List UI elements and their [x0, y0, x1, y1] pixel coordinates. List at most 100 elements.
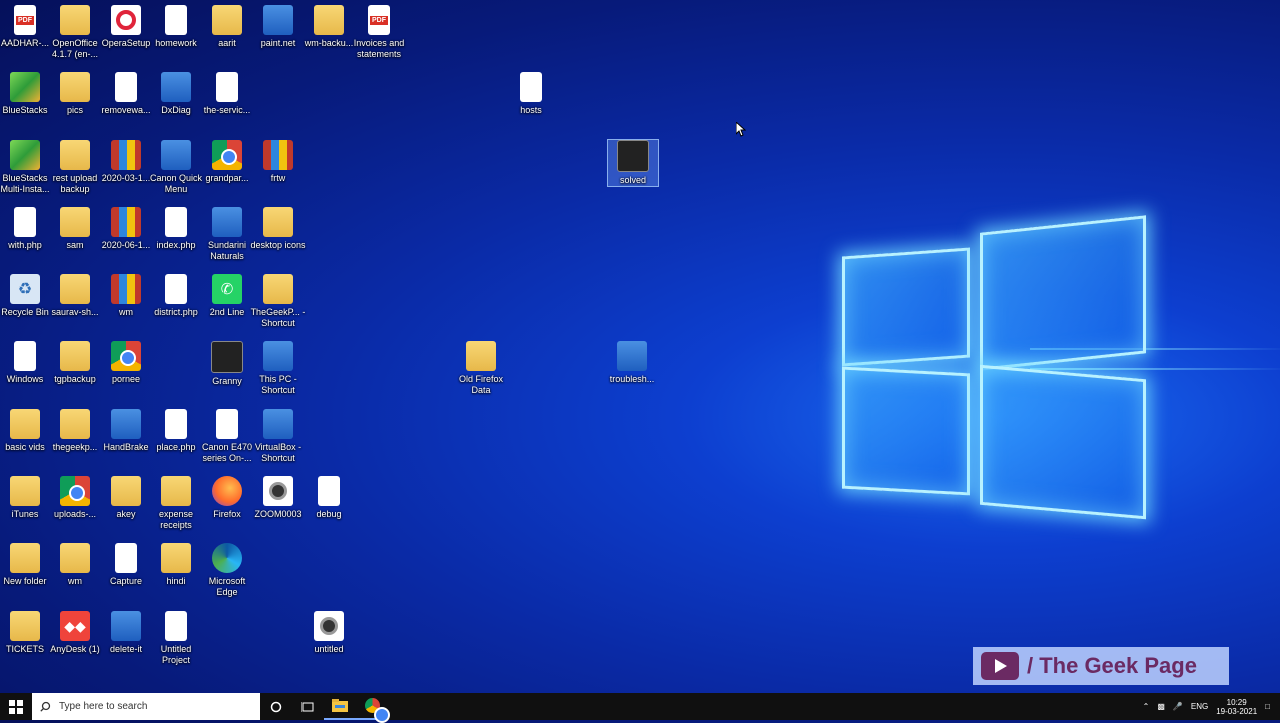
desktop-icon[interactable]: grandpar... [202, 140, 252, 184]
network-icon[interactable]: ▩ [1157, 702, 1165, 711]
file-icon [520, 72, 542, 102]
desktop-icon[interactable]: expense receipts [151, 476, 201, 531]
desktop-icon[interactable]: ♻ Recycle Bin [0, 274, 50, 318]
desktop-icon[interactable]: ZOOM0003 [253, 476, 303, 520]
desktop-icon[interactable]: TICKETS [0, 611, 50, 655]
desktop-icon[interactable]: PDF Invoices and statements [354, 5, 404, 60]
desktop-icon[interactable]: hindi [151, 543, 201, 587]
desktop-icon[interactable]: Windows [0, 341, 50, 385]
desktop-icon-label: TheGeekP... - Shortcut [250, 307, 306, 328]
clock[interactable]: 10:29 19-03-2021 [1216, 698, 1257, 716]
desktop-icon[interactable]: district.php [151, 274, 201, 318]
desktop-icon[interactable]: tgpbackup [50, 341, 100, 385]
folder-icon [263, 207, 293, 237]
desktop-icon[interactable]: frtw [253, 140, 303, 184]
desktop-icon[interactable]: HandBrake [101, 409, 151, 453]
desktop-icon[interactable]: pics [50, 72, 100, 116]
desktop-icon-label: untitled [314, 644, 344, 654]
desktop-icon[interactable]: BlueStacks [0, 72, 50, 116]
desktop-icon[interactable]: Canon E470 series On-... [202, 409, 252, 464]
desktop-icon[interactable]: homework [151, 5, 201, 49]
desktop-icon[interactable]: OpenOffice 4.1.7 (en-... [50, 5, 100, 60]
chrome-taskbar-button[interactable] [356, 693, 390, 723]
desktop-icon[interactable]: Granny [202, 341, 252, 387]
desktop-icon[interactable]: Firefox [202, 476, 252, 520]
desktop-icon[interactable]: thegeekp... [50, 409, 100, 453]
microphone-icon[interactable]: 🎤 [1173, 702, 1183, 711]
desktop-icon[interactable]: paint.net [253, 5, 303, 49]
desktop-icon[interactable]: basic vids [0, 409, 50, 453]
desktop-icon[interactable]: VirtualBox - Shortcut [253, 409, 303, 464]
desktop-icon[interactable]: wm-backu... [304, 5, 354, 49]
desktop-icon[interactable]: desktop icons [250, 207, 306, 251]
desktop-icon[interactable]: with.php [0, 207, 50, 251]
desktop-icon[interactable]: Old Firefox Data [456, 341, 506, 396]
desktop-icon[interactable]: debug [304, 476, 354, 520]
desktop-icon[interactable]: the-servic... [202, 72, 252, 116]
desktop-icon-label: ZOOM0003 [254, 509, 302, 519]
app-icon [161, 140, 191, 170]
desktop-icon[interactable]: hosts [506, 72, 556, 116]
clock-date: 19-03-2021 [1216, 706, 1258, 716]
desktop-icon[interactable]: wm [101, 274, 151, 318]
taskbar-search-box[interactable]: Type here to search [32, 693, 260, 720]
desktop-icon-label: troublesh... [609, 374, 655, 384]
desktop-icon[interactable]: Capture [101, 543, 151, 587]
desktop-icon[interactable]: solved [607, 139, 659, 187]
desktop-icon[interactable]: iTunes [0, 476, 50, 520]
desktop-icon[interactable]: place.php [151, 409, 201, 453]
desktop-icon[interactable]: ◆◆ AnyDesk (1) [50, 611, 100, 655]
desktop-icon[interactable]: TheGeekP... - Shortcut [250, 274, 306, 329]
desktop-icon-label: Canon E470 series On-... [201, 442, 253, 463]
desktop-icon[interactable]: 2020-06-1... [101, 207, 151, 251]
cortana-circle-icon [270, 701, 282, 712]
desktop-icon-label: pornee [111, 374, 141, 384]
desktop-icon[interactable]: New folder [0, 543, 50, 587]
desktop-icon[interactable]: index.php [151, 207, 201, 251]
language-indicator[interactable]: ENG [1191, 702, 1208, 711]
desktop-icon[interactable]: DxDiag [151, 72, 201, 116]
file-icon [165, 409, 187, 439]
desktop-icon[interactable]: OperaSetup [101, 5, 151, 49]
bluestacks-icon [10, 72, 40, 102]
desktop-icon[interactable]: This PC - Shortcut [253, 341, 303, 396]
desktop-icon[interactable]: aarit [202, 5, 252, 49]
chevron-up-icon[interactable]: ⌃ [1143, 702, 1150, 711]
desktop-icon-label: homework [155, 38, 197, 48]
desktop-icon[interactable]: akey [101, 476, 151, 520]
cortana-button[interactable] [260, 693, 292, 720]
desktop-icon-label: paint.net [260, 38, 296, 48]
desktop-icon[interactable]: Untitled Project [151, 611, 201, 666]
desktop-icon[interactable]: wm [50, 543, 100, 587]
desktop-icon-label: rest upload backup [52, 173, 98, 194]
start-button[interactable] [0, 693, 32, 720]
desktop-icon[interactable]: uploads-... [50, 476, 100, 520]
desktop-icon[interactable]: 2020-03-1... [101, 140, 151, 184]
desktop-icon[interactable]: untitled [304, 611, 354, 655]
desktop-icon[interactable]: sam [50, 207, 100, 251]
desktop-icon[interactable]: saurav-sh... [50, 274, 100, 318]
whatsapp-icon: ✆ [212, 274, 242, 304]
desktop-icon[interactable]: Microsoft Edge [202, 543, 252, 598]
desktop-icon[interactable]: delete-it [101, 611, 151, 655]
desktop-icon-label: aarit [218, 38, 236, 48]
desktop-icon[interactable]: rest upload backup [50, 140, 100, 195]
desktop-icon[interactable]: BlueStacks Multi-Insta... [0, 140, 50, 195]
notification-icon[interactable]: □ [1265, 702, 1270, 711]
clock-time: 10:29 [1226, 697, 1247, 707]
desktop-icon[interactable]: ✆ 2nd Line [202, 274, 252, 318]
desktop-icon[interactable]: removewa... [101, 72, 151, 116]
desktop-icon[interactable]: PDF AADHAR-... [0, 5, 50, 49]
file-explorer-taskbar-button[interactable] [324, 693, 356, 720]
desktop-icon-label: Canon Quick Menu [149, 173, 203, 194]
desktop-icon-label: Old Firefox Data [458, 374, 503, 395]
desktop-icon[interactable]: Sundarini Naturals [202, 207, 252, 262]
desktop-icon[interactable]: troublesh... [607, 341, 657, 385]
watermark-text: / The Geek Page [1027, 653, 1197, 678]
logo-pane [980, 215, 1146, 371]
desktop-icon[interactable]: pornee [101, 341, 151, 385]
chrome-icon [364, 698, 390, 723]
task-view-button[interactable] [292, 693, 324, 720]
desktop-icon[interactable]: Canon Quick Menu [149, 140, 203, 195]
desktop-icon-label: 2nd Line [209, 307, 245, 317]
